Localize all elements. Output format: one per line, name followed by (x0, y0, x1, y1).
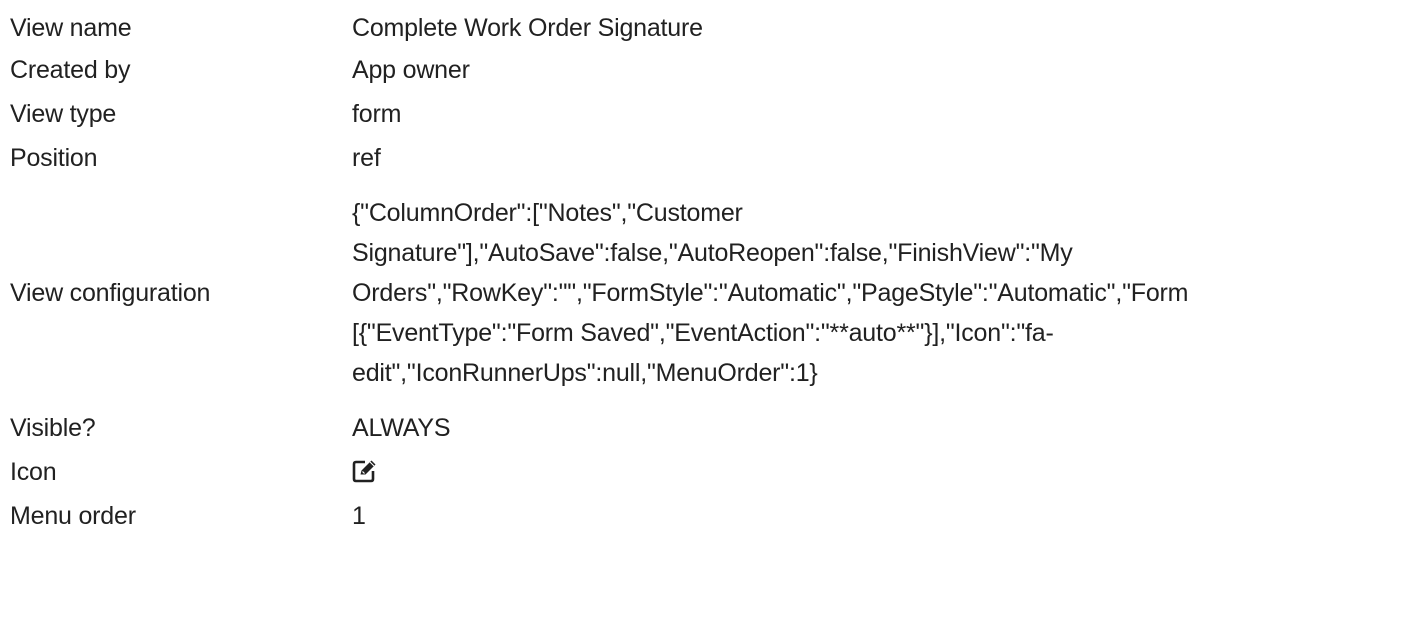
edit-icon (352, 459, 380, 487)
value-view-name: Complete Work Order Signature (352, 13, 703, 42)
label-view-type: View type (10, 99, 117, 128)
value-visible: ALWAYS (352, 413, 451, 442)
config-line: Orders","RowKey":"","FormStyle":"Automat… (352, 279, 1189, 307)
label-menu-order: Menu order (10, 501, 136, 530)
label-view-configuration: View configuration (10, 278, 211, 307)
label-icon: Icon (10, 457, 57, 486)
row-position: Position ref (10, 136, 1401, 180)
config-line: edit","IconRunnerUps":null,"MenuOrder":1… (352, 359, 818, 387)
value-position: ref (352, 143, 381, 172)
row-created-by: Created by App owner (10, 48, 1401, 92)
label-view-name: View name (10, 13, 132, 42)
config-line: [{"EventType":"Form Saved","EventAction"… (352, 319, 1054, 347)
row-view-name: View name Complete Work Order Signature (10, 8, 1401, 48)
value-created-by: App owner (352, 55, 470, 84)
row-visible: Visible? ALWAYS (10, 406, 1401, 450)
value-icon (352, 455, 1401, 490)
row-view-type: View type form (10, 92, 1401, 136)
view-properties-table: View name Complete Work Order Signature … (10, 8, 1401, 538)
label-visible: Visible? (10, 413, 96, 442)
value-view-configuration: {"ColumnOrder":["Notes","Customer Signat… (352, 183, 1401, 403)
label-created-by: Created by (10, 55, 131, 84)
row-icon: Icon (10, 450, 1401, 494)
config-line: {"ColumnOrder":["Notes","Customer (352, 199, 743, 227)
row-view-configuration: View configuration {"ColumnOrder":["Note… (10, 180, 1401, 406)
row-menu-order: Menu order 1 (10, 494, 1401, 538)
label-position: Position (10, 143, 98, 172)
value-menu-order: 1 (352, 501, 366, 530)
config-line: Signature"],"AutoSave":false,"AutoReopen… (352, 239, 1073, 267)
value-view-type: form (352, 99, 402, 128)
